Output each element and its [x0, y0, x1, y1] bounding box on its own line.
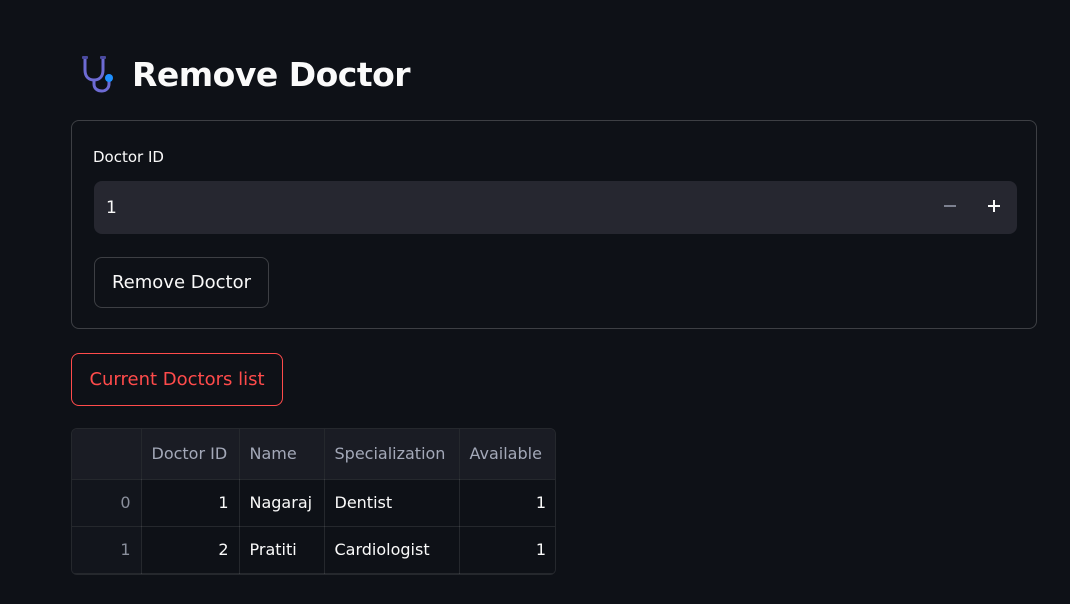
cell-specialization[interactable]: Dentist [324, 479, 460, 527]
stethoscope-icon [76, 53, 118, 95]
table-row: 0 1 Nagaraj Dentist 1 [72, 479, 555, 527]
cell-available[interactable]: 1 [459, 526, 555, 574]
minus-icon [943, 198, 957, 217]
remove-doctor-button[interactable]: Remove Doctor [94, 257, 269, 308]
column-header-available[interactable]: Available [459, 429, 555, 480]
doctor-id-number-input [94, 181, 1017, 234]
table-header-row: Doctor ID Name Specialization Available [72, 429, 555, 480]
column-header-doctor-id[interactable]: Doctor ID [141, 429, 240, 480]
table-row: 1 2 Pratiti Cardiologist 1 [72, 526, 555, 574]
doctor-id-field[interactable] [94, 181, 914, 234]
page-title: Remove Doctor [132, 54, 411, 94]
column-header-specialization[interactable]: Specialization [324, 429, 460, 480]
cell-specialization[interactable]: Cardiologist [324, 526, 460, 574]
doctor-id-label: Doctor ID [93, 148, 164, 166]
column-header-name[interactable]: Name [239, 429, 325, 480]
current-doctors-list-button[interactable]: Current Doctors list [71, 353, 283, 406]
page-header: Remove Doctor [76, 52, 411, 96]
decrement-button[interactable] [933, 190, 967, 224]
cell-doctor-id[interactable]: 1 [141, 479, 240, 527]
column-header-index[interactable] [72, 429, 142, 480]
row-index: 1 [72, 526, 142, 574]
cell-available[interactable]: 1 [459, 479, 555, 527]
plus-icon [987, 198, 1001, 217]
row-index: 0 [72, 479, 142, 527]
doctors-table: Doctor ID Name Specialization Available … [71, 428, 556, 575]
remove-doctor-form: Doctor ID Remove Doctor [71, 120, 1037, 329]
cell-name[interactable]: Nagaraj [239, 479, 325, 527]
page: Remove Doctor Doctor ID Remove Doctor Cu… [0, 0, 1070, 604]
cell-name[interactable]: Pratiti [239, 526, 325, 574]
increment-button[interactable] [977, 190, 1011, 224]
cell-doctor-id[interactable]: 2 [141, 526, 240, 574]
